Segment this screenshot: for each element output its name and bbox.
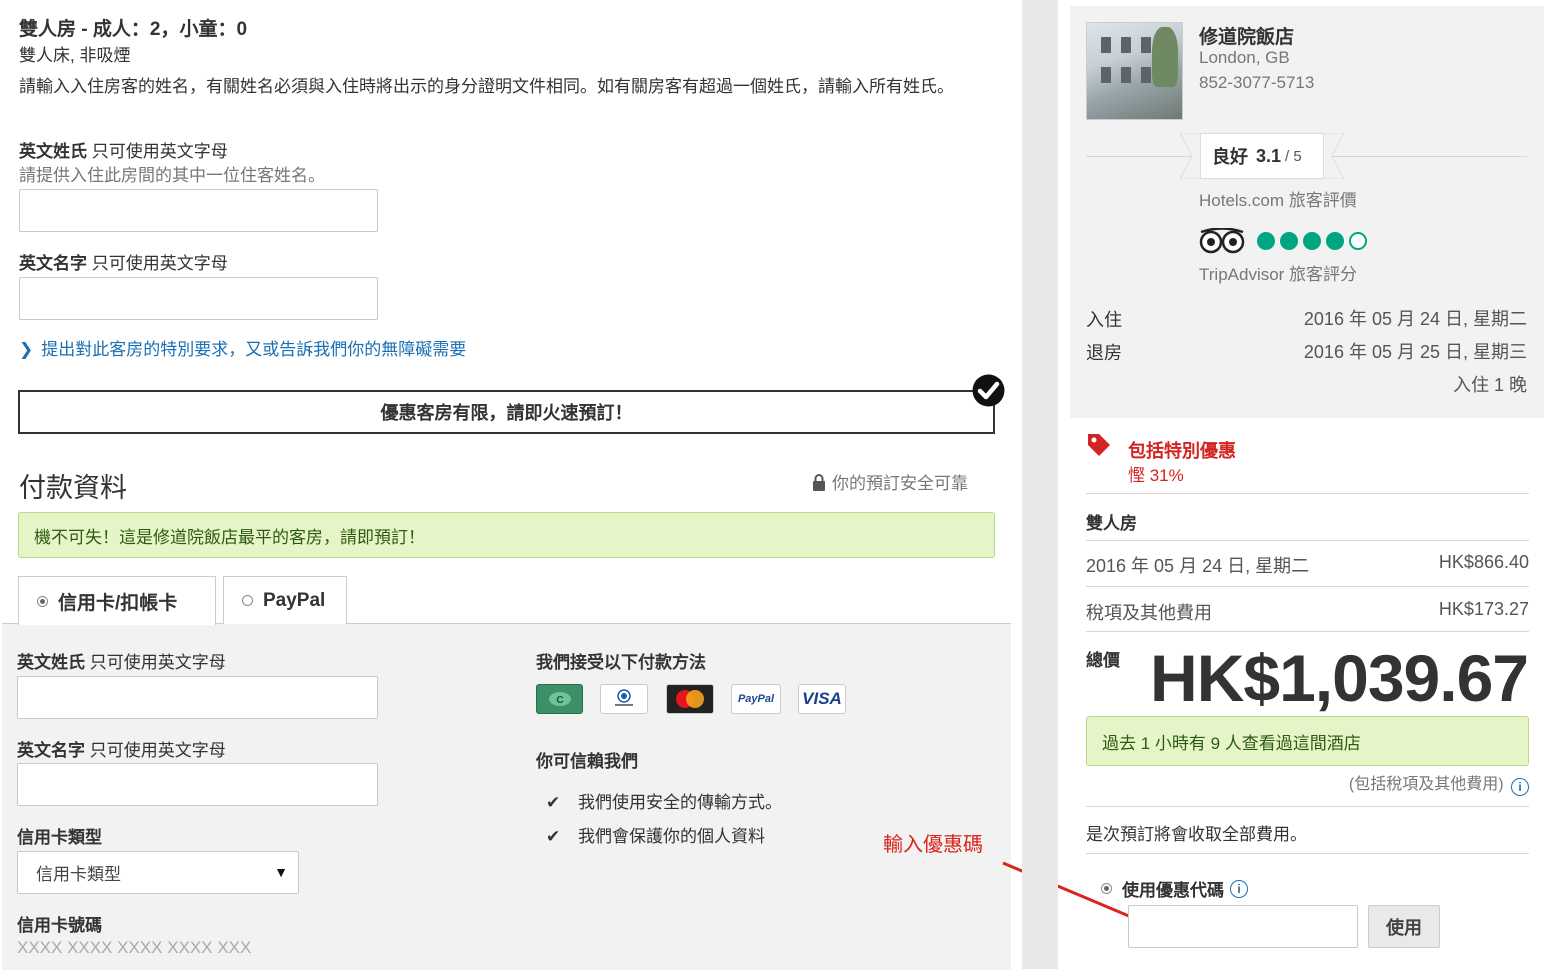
guest-lastname-label: 英文姓氏 只可使用英文字母 xyxy=(19,142,228,161)
checkin-date: 2016 年 05 月 24 日, 星期二 xyxy=(1303,309,1527,329)
rating-ribbon-left xyxy=(1180,133,1202,179)
tab-paypal[interactable]: PayPal xyxy=(223,576,347,624)
radio-credit-card[interactable] xyxy=(37,595,48,607)
summary-divider xyxy=(1086,631,1529,632)
checkin-label: 入住 xyxy=(1086,310,1122,330)
tag-icon xyxy=(1086,432,1112,463)
coupon-toggle[interactable]: 使用優惠代碼 i xyxy=(1101,876,1248,901)
summary-divider xyxy=(1086,540,1529,541)
jcb-icon: C xyxy=(536,684,583,714)
best-price-banner: 機不可失！這是修道院飯店最平的客房，請即預訂！ xyxy=(18,512,995,558)
offer-discount: 慳 31% xyxy=(1128,466,1184,485)
night-date: 2016 年 05 月 24 日, 星期二 xyxy=(1086,556,1310,576)
secure-booking-note: 你的預訂安全可靠 xyxy=(812,469,968,496)
apply-coupon-button[interactable]: 使用 xyxy=(1368,905,1440,948)
info-icon[interactable]: i xyxy=(1511,778,1529,796)
card-type-select[interactable]: 信用卡類型 ▼ xyxy=(17,851,299,894)
tab-credit-card[interactable]: 信用卡/扣帳卡 xyxy=(18,576,216,625)
card-type-label: 信用卡類型 xyxy=(17,828,102,847)
diners-club-icon xyxy=(600,684,648,714)
summary-divider xyxy=(1086,806,1529,807)
chevron-right-icon: ❯ xyxy=(19,340,34,359)
summary-divider xyxy=(1086,853,1529,854)
accepted-payments-heading: 我們接受以下付款方法 xyxy=(536,653,706,672)
total-price: HK$1,039.67 xyxy=(1150,641,1529,715)
guest-firstname-label: 英文名字 只可使用英文字母 xyxy=(19,254,228,273)
nights-count: 入住 1 晚 xyxy=(1452,375,1527,395)
check-icon: ✔ xyxy=(546,793,561,812)
svg-text:C: C xyxy=(556,695,563,706)
card-lastname-label: 英文姓氏 只可使用英文字母 xyxy=(17,653,226,672)
recent-views-banner: 過去 1 小時有 9 人查看過這間酒店 xyxy=(1086,716,1529,766)
coupon-radio[interactable] xyxy=(1101,883,1112,894)
urgency-banner: 優惠客房有限，請即火速預訂！ xyxy=(18,390,995,434)
tripadvisor-label: TripAdvisor 旅客評分 xyxy=(1199,265,1358,284)
special-request-link[interactable]: ❯ 提出對此客房的特別要求，又或告訴我們你的無障礙需要 xyxy=(19,335,466,360)
checkmark-circle-icon xyxy=(971,373,1006,408)
guest-lastname-input[interactable] xyxy=(19,189,378,232)
total-label: 總價 xyxy=(1086,651,1120,670)
summary-divider xyxy=(1086,493,1529,494)
card-number-label: 信用卡號碼 xyxy=(17,916,102,935)
lock-icon xyxy=(812,474,826,496)
paypal-icon: PayPal xyxy=(731,684,781,714)
check-icon: ✔ xyxy=(546,827,561,846)
guest-rating-badge: 良好 3.1 / 5 xyxy=(1200,133,1324,179)
trust-item-2: ✔ 我們會保護你的個人資料 xyxy=(546,827,765,846)
full-charge-note: 是次預訂將會收取全部費用。 xyxy=(1086,825,1307,844)
card-firstname-input[interactable] xyxy=(17,763,378,806)
mastercard-icon xyxy=(666,684,714,714)
tax-included-note: (包括稅項及其他費用) i xyxy=(1349,770,1529,796)
room-title: 雙人房 - 成人：2，小童：0 xyxy=(19,19,248,40)
coupon-code-input[interactable] xyxy=(1128,905,1358,948)
checkout-date: 2016 年 05 月 25 日, 星期三 xyxy=(1303,342,1527,362)
hotel-photo[interactable] xyxy=(1086,22,1183,120)
tripadvisor-bubbles xyxy=(1256,231,1368,251)
night-price: HK$866.40 xyxy=(1438,552,1529,572)
page-divider xyxy=(1022,0,1058,969)
taxes-price: HK$173.27 xyxy=(1438,599,1529,619)
info-icon[interactable]: i xyxy=(1230,879,1248,898)
guest-firstname-input[interactable] xyxy=(19,277,378,320)
card-number-placeholder: XXXX XXXX XXXX XXXX XXX xyxy=(17,938,252,957)
summary-divider xyxy=(1086,586,1529,587)
summary-room-type: 雙人房 xyxy=(1086,514,1137,533)
offer-title: 包括特別優惠 xyxy=(1128,441,1236,461)
coupon-annotation-label: 輸入優惠碼 xyxy=(883,834,983,856)
caret-down-icon: ▼ xyxy=(274,864,288,880)
taxes-label: 稅項及其他費用 xyxy=(1086,603,1212,623)
hotel-phone: 852-3077-5713 xyxy=(1199,73,1315,92)
trust-heading: 你可信賴我們 xyxy=(536,752,638,771)
hotel-name[interactable]: 修道院飯店 xyxy=(1199,22,1294,49)
radio-paypal[interactable] xyxy=(242,595,253,606)
card-firstname-label: 英文名字 只可使用英文字母 xyxy=(17,741,226,760)
hotel-location: London, GB xyxy=(1199,48,1290,67)
rating-ribbon-right xyxy=(1322,133,1344,179)
payment-heading: 付款資料 xyxy=(19,473,127,503)
card-lastname-input[interactable] xyxy=(17,676,378,719)
tripadvisor-owl-icon xyxy=(1199,227,1245,259)
checkout-label: 退房 xyxy=(1086,343,1122,363)
rating-source: Hotels.com 旅客評價 xyxy=(1199,191,1357,210)
guest-name-instructions: 請輸入入住房客的姓名，有關姓名必須與入住時將出示的身分證明文件相同。如有關房客有… xyxy=(19,77,954,96)
trust-item-1: ✔ 我們使用安全的傳輸方式。 xyxy=(546,793,782,812)
visa-icon: VISA xyxy=(798,684,846,714)
room-details: 雙人床, 非吸煙 xyxy=(19,46,131,65)
guest-lastname-sublabel: 請提供入住此房間的其中一位住客姓名。 xyxy=(19,166,325,185)
